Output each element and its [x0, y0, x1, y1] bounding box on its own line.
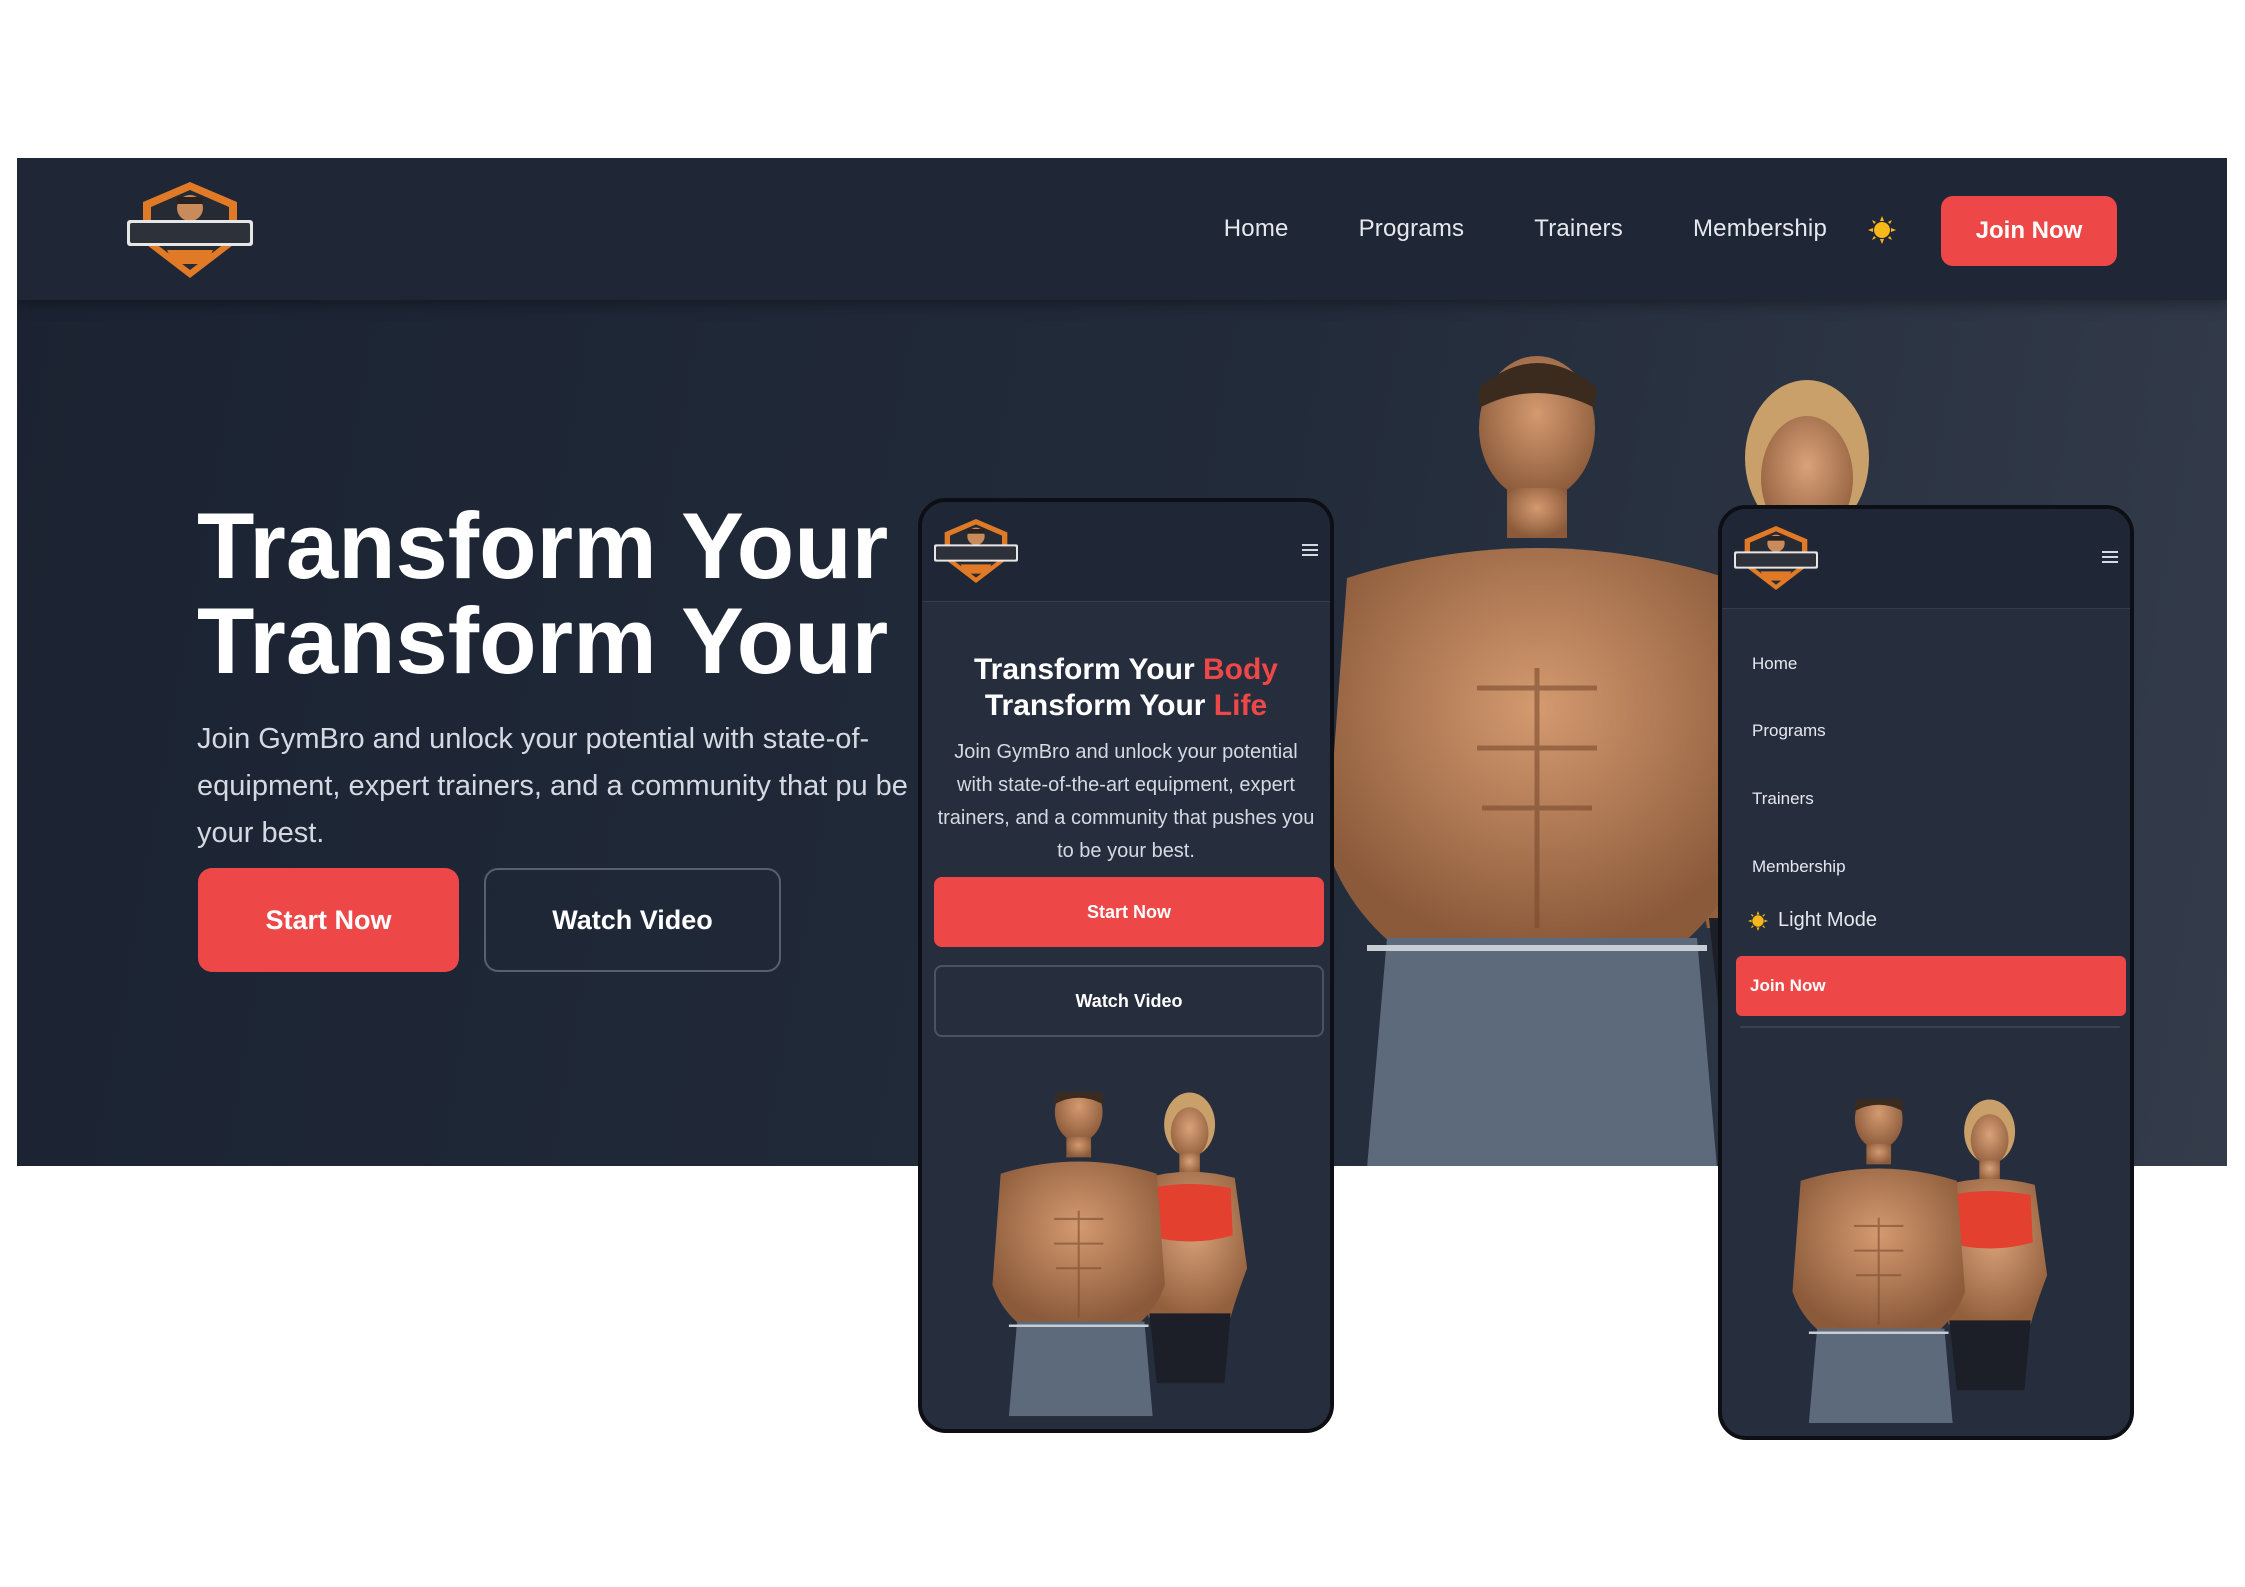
nav-programs[interactable]: Programs	[1359, 215, 1465, 243]
gymbro-logo[interactable]	[1734, 523, 1818, 593]
mobile-start-now-button[interactable]: Start Now	[934, 877, 1324, 947]
desktop-navbar: Home Programs Trainers Membership Join N…	[17, 158, 2227, 300]
hero-title-line1: Transform Your B	[197, 493, 982, 598]
mobile-hero-athletes-image	[1742, 1099, 2114, 1440]
hero-title: Transform Your B Transform Your L	[197, 498, 982, 688]
mobile-join-now-button[interactable]: Join Now	[1736, 956, 2126, 1016]
hamburger-icon[interactable]	[2102, 551, 2118, 564]
mobile-hero-description: Join GymBro and unlock your potential wi…	[937, 741, 1315, 862]
mobile-nav-membership[interactable]: Membership	[1752, 857, 1846, 877]
hamburger-icon[interactable]	[1302, 544, 1318, 557]
gymbro-logo[interactable]	[127, 180, 253, 280]
mobile-nav-home[interactable]: Home	[1752, 654, 1797, 674]
mobile-hero-athletes-image	[942, 1092, 1314, 1433]
gymbro-logo[interactable]	[934, 516, 1018, 586]
desktop-nav-menu: Home Programs Trainers Membership	[1224, 158, 1827, 300]
mobile-menu-mockup: Home Programs Trainers Membership Light …	[1718, 505, 2134, 1440]
light-mode-toggle[interactable]: Light Mode	[1748, 909, 1877, 932]
watch-video-button[interactable]: Watch Video	[484, 868, 781, 972]
mobile-nav-trainers[interactable]: Trainers	[1752, 789, 1814, 809]
mobile-home-mockup: Transform Your Body Transform Your Life …	[918, 498, 1334, 1433]
nav-home[interactable]: Home	[1224, 215, 1289, 243]
mobile-watch-video-button[interactable]: Watch Video	[934, 965, 1324, 1037]
light-mode-label: Light Mode	[1778, 909, 1877, 931]
mobile-nav-programs[interactable]: Programs	[1752, 721, 1826, 741]
menu-divider	[1740, 1026, 2120, 1028]
join-now-button[interactable]: Join Now	[1941, 196, 2117, 266]
sun-icon[interactable]	[1868, 216, 1896, 244]
sun-icon	[1748, 911, 1768, 931]
hero-title-line2: Transform Your L	[197, 588, 972, 693]
mobile-navbar	[1722, 509, 2130, 609]
nav-trainers[interactable]: Trainers	[1534, 215, 1623, 243]
hero-description: Join GymBro and unlock your potential wi…	[197, 723, 908, 849]
mobile-navbar	[922, 502, 1330, 602]
start-now-button[interactable]: Start Now	[198, 868, 459, 972]
mobile-hero-title: Transform Your Body Transform Your Life	[974, 653, 1278, 722]
nav-membership[interactable]: Membership	[1693, 215, 1827, 243]
